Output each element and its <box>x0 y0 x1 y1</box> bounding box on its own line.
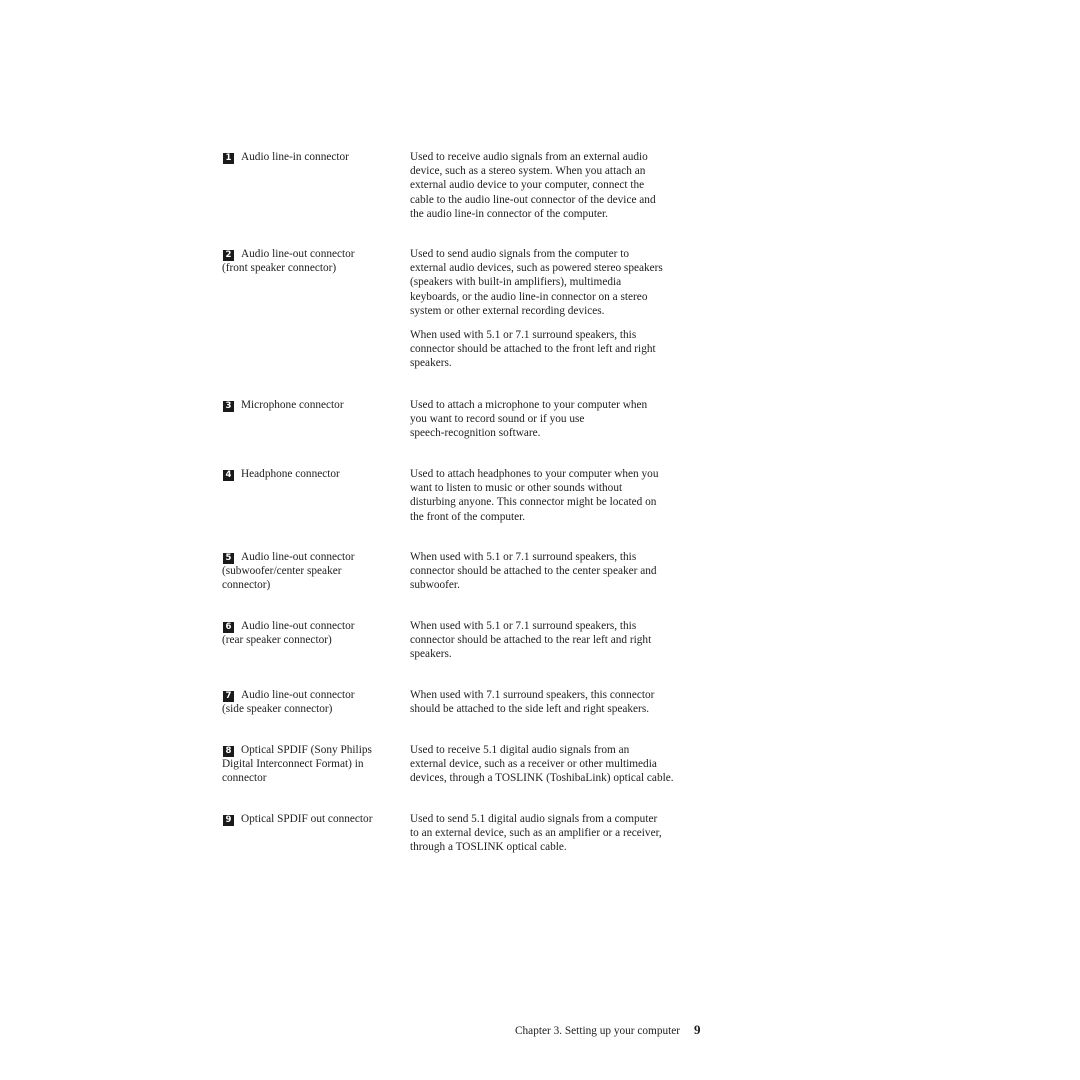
term-label: Audio line-in connector <box>241 151 349 163</box>
callout-number-badge: 5 <box>223 553 234 564</box>
entry-description: Used to attach a microphone to your comp… <box>410 398 710 451</box>
description-paragraph: Used to receive audio signals from an ex… <box>410 151 656 220</box>
entry-description: When used with 7.1 surround speakers, th… <box>410 688 710 726</box>
term-label: Headphone connector <box>241 468 340 480</box>
entry-description: Used to send audio signals from the comp… <box>410 247 710 381</box>
term-label: Optical SPDIF (Sony Philips Digital Inte… <box>222 744 372 785</box>
entry-description: When used with 5.1 or 7.1 surround speak… <box>410 619 710 672</box>
term-label: Microphone connector <box>241 399 344 411</box>
entry-term: 5 Audio line-out connector (subwoofer/cen… <box>222 550 402 593</box>
entry-description: Used to send 5.1 digital audio signals f… <box>410 812 710 865</box>
description-paragraph: When used with 5.1 or 7.1 surround speak… <box>410 329 656 370</box>
chapter-title: Chapter 3. Setting up your computer <box>515 1025 681 1037</box>
entry-term: 3 Microphone connector <box>222 398 402 412</box>
term-label: Audio line-out connector (rear speaker c… <box>222 620 355 647</box>
description-paragraph: Used to attach headphones to your comput… <box>410 468 659 523</box>
entry-term: 6 Audio line-out connector (rear speaker … <box>222 619 402 647</box>
page-footer: Chapter 3. Setting up your computer 9 <box>515 1022 701 1038</box>
description-paragraph: When used with 7.1 surround speakers, th… <box>410 689 655 716</box>
term-label: Optical SPDIF out connector <box>241 813 373 825</box>
callout-number-badge: 9 <box>223 815 234 826</box>
callout-number-badge: 8 <box>223 746 234 757</box>
entry-description: Used to receive audio signals from an ex… <box>410 150 710 231</box>
callout-number-badge: 3 <box>223 401 234 412</box>
entry-term: 9 Optical SPDIF out connector <box>222 812 402 826</box>
term-label: Audio line-out connector (side speaker c… <box>222 689 355 716</box>
description-paragraph: Used to send audio signals from the comp… <box>410 248 663 317</box>
description-paragraph: Used to send 5.1 digital audio signals f… <box>410 813 662 854</box>
callout-number-badge: 7 <box>223 691 234 702</box>
callout-number-badge: 1 <box>223 153 234 164</box>
entry-description: When used with 5.1 or 7.1 surround speak… <box>410 550 710 603</box>
description-paragraph: Used to receive 5.1 digital audio signal… <box>410 744 674 785</box>
description-paragraph: When used with 5.1 or 7.1 surround speak… <box>410 551 657 592</box>
entry-term: 2 Audio line-out connector (front speaker… <box>222 247 402 275</box>
description-paragraph: Used to attach a microphone to your comp… <box>410 399 648 440</box>
term-label: Audio line-out connector (subwoofer/cent… <box>222 551 355 592</box>
page-number: 9 <box>694 1022 701 1037</box>
entry-term: 7 Audio line-out connector (side speaker … <box>222 688 402 716</box>
term-label: Audio line-out connector (front speaker … <box>222 248 355 275</box>
callout-number-badge: 2 <box>223 250 234 261</box>
entry-description: Used to receive 5.1 digital audio signal… <box>410 743 710 796</box>
entry-term: 4 Headphone connector <box>222 467 402 481</box>
entry-term: 8 Optical SPDIF (Sony Philips Digital Int… <box>222 743 402 786</box>
description-paragraph: When used with 5.1 or 7.1 surround speak… <box>410 620 652 661</box>
callout-number-badge: 4 <box>223 470 234 481</box>
entry-term: 1 Audio line-in connector <box>222 150 402 164</box>
callout-number-badge: 6 <box>223 622 234 633</box>
entry-description: Used to attach headphones to your comput… <box>410 467 710 534</box>
